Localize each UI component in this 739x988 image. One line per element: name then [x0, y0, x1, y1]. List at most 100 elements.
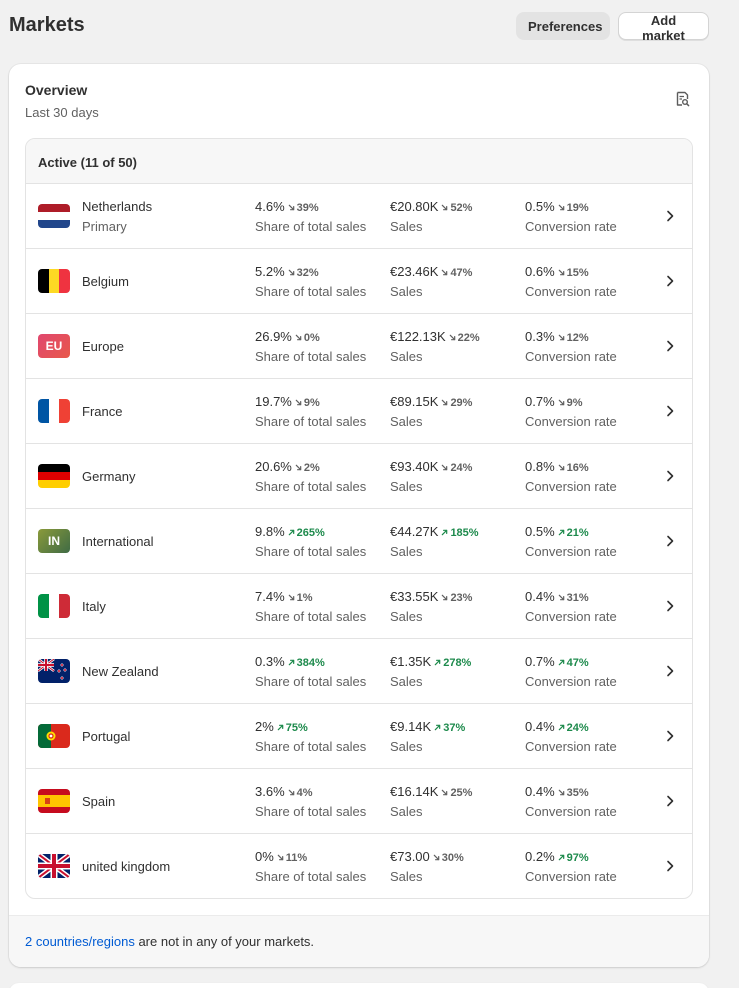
metric-label: Conversion rate — [525, 284, 617, 299]
chevron-right-icon[interactable] — [666, 730, 674, 742]
metric-label: Conversion rate — [525, 544, 617, 559]
market-row[interactable]: EU Europe 26.9% 0% Share of total sales €122.… — [26, 314, 692, 379]
countries-regions-link[interactable]: 2 countries/regions — [25, 934, 135, 949]
market-row[interactable]: IN International 9.8% 265% Share of total sa… — [26, 509, 692, 574]
metric-value: €44.27K — [390, 524, 439, 539]
market-row[interactable]: Italy 7.4% 1% Share of total sales €33.55K 23… — [26, 574, 692, 639]
metric-label: Conversion rate — [525, 349, 617, 364]
metric-value: €93.40K — [390, 459, 439, 474]
change-value: 4% — [296, 787, 313, 799]
metric-conv: 0.6% 15% Conversion rate — [525, 264, 617, 299]
change-value: 31% — [566, 592, 589, 604]
market-row[interactable]: united kingdom 0% 11% Share of total sales €… — [26, 834, 692, 898]
metric-conv: 0.3% 12% Conversion rate — [525, 329, 617, 364]
chevron-right-icon[interactable] — [666, 340, 674, 352]
add-market-button[interactable]: Add market — [618, 12, 709, 43]
arrow-down-right-icon — [277, 852, 286, 864]
change-indicator: 30% — [433, 852, 464, 864]
change-value: 32% — [296, 267, 319, 279]
market-row[interactable]: Portugal 2% 75% Share of total sales €9.14K 3… — [26, 704, 692, 769]
chevron-right-icon[interactable] — [666, 405, 674, 417]
arrow-down-right-icon — [288, 592, 297, 604]
flag-icon — [38, 269, 70, 293]
change-indicator: 278% — [434, 657, 471, 669]
change-indicator: 47% — [558, 657, 589, 669]
metric-share: 0.3% 384% Share of total sales — [255, 654, 366, 689]
flag-icon: EU — [38, 334, 70, 358]
metric-conv: 0.7% 47% Conversion rate — [525, 654, 617, 689]
market-row[interactable]: France 19.7% 9% Share of total sales €89.15K… — [26, 379, 692, 444]
metric-value: €1.35K — [390, 654, 432, 669]
arrow-down-right-icon — [295, 397, 304, 409]
overview-period: Last 30 days — [25, 105, 99, 120]
change-indicator: 0% — [295, 332, 320, 344]
flag-icon — [38, 204, 70, 228]
change-indicator: 16% — [558, 462, 589, 474]
search-report-icon[interactable] — [674, 91, 690, 107]
flag-icon — [38, 854, 70, 878]
metric-value: 0.3% — [525, 329, 555, 344]
metric-sales: €44.27K 185% Sales — [390, 524, 479, 559]
change-value: 265% — [296, 527, 325, 539]
market-row[interactable]: Netherlands Primary 4.6% 39% Share of total … — [26, 184, 692, 249]
change-indicator: 24% — [558, 722, 589, 734]
metric-label: Share of total sales — [255, 804, 367, 819]
metric-value: 0.7% — [525, 654, 555, 669]
overview-card: Overview Last 30 days Active (11 of 50) … — [9, 64, 709, 967]
chevron-right-icon[interactable] — [666, 535, 674, 547]
metric-conv: 0.4% 24% Conversion rate — [525, 719, 617, 754]
preferences-button[interactable]: Preferences — [516, 12, 610, 40]
overview-title: Overview — [25, 82, 88, 98]
metric-label: Share of total sales — [255, 544, 367, 559]
market-row[interactable]: New Zealand 0.3% 384% Share of total sales €… — [26, 639, 692, 704]
market-name: Italy — [82, 599, 106, 614]
unassigned-regions-footer: 2 countries/regions are not in any of yo… — [9, 915, 709, 967]
change-indicator: 4% — [288, 787, 313, 799]
arrow-down-right-icon — [558, 592, 567, 604]
metric-sales: €16.14K 25% Sales — [390, 784, 472, 819]
change-value: 23% — [450, 592, 473, 604]
metric-value: 20.6% — [255, 459, 292, 474]
market-row[interactable]: Belgium 5.2% 32% Share of total sales €23.46… — [26, 249, 692, 314]
metric-label: Sales — [390, 414, 423, 429]
metric-share: 26.9% 0% Share of total sales — [255, 329, 366, 364]
metric-sales: €73.00 30% Sales — [390, 849, 464, 884]
metric-value: 9.8% — [255, 524, 285, 539]
chevron-right-icon[interactable] — [666, 275, 674, 287]
metric-label: Conversion rate — [525, 414, 617, 429]
arrow-down-right-icon — [558, 267, 567, 279]
flag-code: IN — [48, 534, 60, 548]
metric-label: Share of total sales — [255, 609, 367, 624]
next-card — [9, 983, 709, 988]
chevron-right-icon[interactable] — [666, 210, 674, 222]
market-name: New Zealand — [82, 664, 159, 679]
change-indicator: 12% — [558, 332, 589, 344]
arrow-up-right-icon — [434, 722, 443, 734]
chevron-right-icon[interactable] — [666, 860, 674, 872]
change-indicator: 11% — [277, 852, 307, 864]
metric-conv: 0.7% 9% Conversion rate — [525, 394, 617, 429]
metric-sales: €20.80K 52% Sales — [390, 199, 472, 234]
change-value: 16% — [566, 462, 589, 474]
change-value: 24% — [450, 462, 473, 474]
market-row[interactable]: Germany 20.6% 2% Share of total sales €93.40… — [26, 444, 692, 509]
page-title: Markets — [9, 14, 85, 36]
change-indicator: 9% — [295, 397, 320, 409]
metric-sales: €1.35K 278% Sales — [390, 654, 471, 689]
change-value: 384% — [296, 657, 325, 669]
chevron-right-icon[interactable] — [666, 795, 674, 807]
metric-value: 0.5% — [525, 524, 555, 539]
metric-label: Sales — [390, 284, 423, 299]
market-name: Spain — [82, 794, 116, 809]
chevron-right-icon[interactable] — [666, 600, 674, 612]
change-value: 39% — [296, 202, 319, 214]
metric-sales: €122.13K 22% Sales — [390, 329, 480, 364]
market-row[interactable]: Spain 3.6% 4% Share of total sales €16.14K 25… — [26, 769, 692, 834]
chevron-right-icon[interactable] — [666, 665, 674, 677]
change-value: 24% — [566, 722, 589, 734]
arrow-down-right-icon — [449, 332, 458, 344]
change-indicator: 97% — [558, 852, 589, 864]
chevron-right-icon[interactable] — [666, 470, 674, 482]
metric-share: 5.2% 32% Share of total sales — [255, 264, 366, 299]
change-indicator: 32% — [288, 267, 319, 279]
